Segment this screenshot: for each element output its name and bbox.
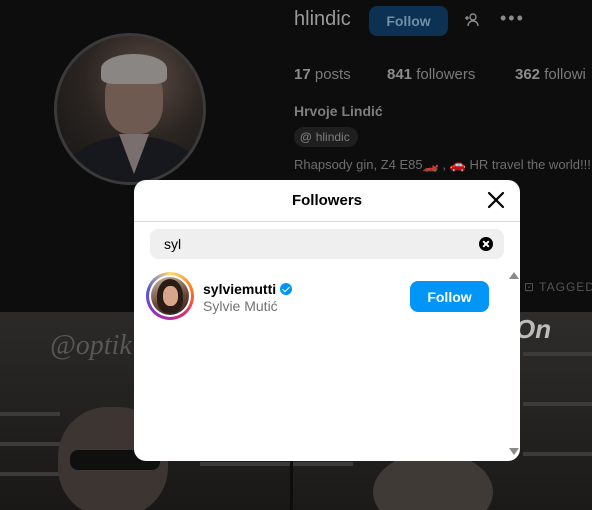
profile-full-name: Hrvoje Lindić [294, 103, 383, 119]
scroll-down-arrow-icon[interactable] [509, 448, 519, 455]
verified-badge-icon [280, 283, 293, 295]
clear-search-icon[interactable] [479, 237, 493, 251]
list-item[interactable]: sylviemutti Sylvie Mutić Follow [146, 272, 491, 322]
dialog-header: Followers [134, 180, 520, 222]
profile-bio: Rhapsody gin, Z4 E85🏎️ , 🚗 HR travel the… [294, 157, 591, 172]
posts-count: 17 posts [294, 66, 351, 83]
result-full-name: Sylvie Mutić [203, 298, 278, 314]
search-input[interactable] [164, 229, 464, 259]
result-username[interactable]: sylviemutti [203, 281, 293, 297]
post-sign: On [515, 314, 552, 344]
avatar[interactable] [146, 272, 194, 320]
threads-handle: hlindic [315, 130, 350, 144]
threads-link[interactable]: @ hlindic [294, 127, 358, 147]
threads-icon: @ [300, 130, 312, 144]
add-user-icon[interactable] [464, 12, 482, 30]
post-watermark: @optik [50, 330, 132, 361]
followers-dialog: Followers sylviemutti Sylvie Mutić Follo… [134, 180, 520, 461]
search-box [150, 229, 504, 259]
followers-link[interactable]: 841 followers [387, 66, 475, 83]
close-icon[interactable] [486, 190, 506, 210]
tab-tagged[interactable]: ⊡ TAGGED [524, 280, 592, 294]
scroll-up-arrow-icon[interactable] [509, 272, 519, 279]
profile-follow-button[interactable]: Follow [369, 6, 448, 36]
more-options-icon[interactable]: ••• [500, 8, 525, 29]
profile-username: hlindic [294, 8, 351, 30]
scrollbar[interactable] [506, 268, 520, 461]
dialog-title: Followers [291, 192, 362, 209]
follow-button[interactable]: Follow [410, 281, 489, 312]
following-link[interactable]: 362 followi [515, 66, 586, 83]
profile-avatar [54, 33, 206, 185]
